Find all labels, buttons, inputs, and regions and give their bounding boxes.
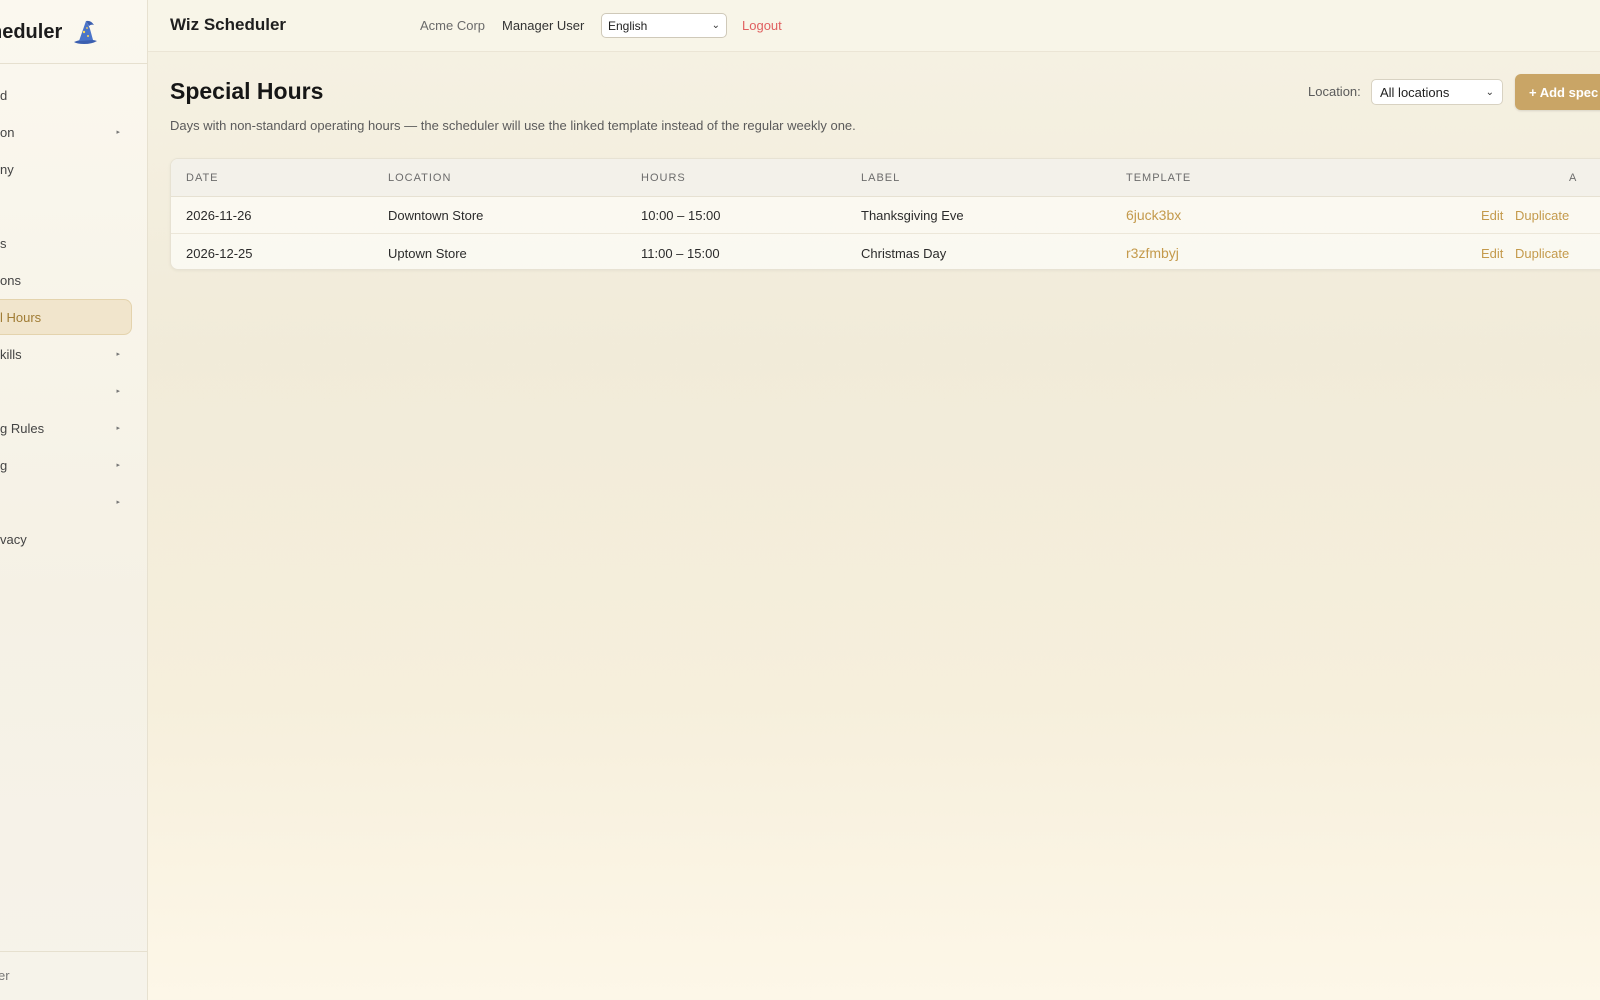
sidebar-footer-divider: [0, 951, 147, 952]
sidebar-nav: d on ▸ ny s ons l Hours kills ▸ ▸ g Rule…: [0, 77, 147, 558]
logout-link[interactable]: Logout: [742, 18, 782, 33]
column-header-template: Template: [1126, 172, 1192, 184]
company-name: Acme Corp: [420, 18, 486, 33]
location-filter-value: All locations: [1380, 84, 1450, 100]
cell-date: 2026-12-25: [186, 246, 253, 261]
duplicate-button[interactable]: Duplicate: [1515, 208, 1569, 223]
sidebar-item-label: on: [0, 124, 15, 140]
location-filter-select[interactable]: All locations ⌄: [1371, 79, 1503, 105]
table-row: 2026-12-25 Uptown Store 11:00 – 15:00 Ch…: [171, 235, 1600, 269]
wizard-hat-icon: [70, 17, 100, 47]
language-select-value: English: [608, 18, 648, 33]
sidebar-item-label: d: [0, 87, 8, 103]
sidebar-item-billing[interactable]: g ▸: [0, 447, 147, 483]
sidebar-item-blank-3[interactable]: ▸: [0, 484, 147, 520]
brand-title: heduler: [0, 20, 63, 43]
user-name: Manager User: [502, 18, 585, 33]
location-filter-label: Location:: [1308, 84, 1361, 99]
cell-label: Christmas Day: [861, 246, 947, 261]
duplicate-button[interactable]: Duplicate: [1515, 246, 1569, 261]
sidebar-item-label: ny: [0, 161, 14, 177]
table-row: 2026-11-26 Downtown Store 10:00 – 15:00 …: [171, 197, 1600, 234]
sidebar-item-special-hours[interactable]: l Hours: [0, 299, 132, 335]
caret-right-icon: ▸: [116, 462, 120, 469]
brand-divider: [0, 63, 147, 64]
sidebar-item-blank-1[interactable]: [0, 188, 147, 224]
special-hours-table: Date Location Hours Label Template A 202…: [170, 158, 1600, 270]
sidebar-item-privacy[interactable]: vacy: [0, 521, 147, 557]
caret-right-icon: ▸: [116, 351, 120, 358]
column-header-hours: Hours: [641, 172, 686, 184]
sidebar-item-skills[interactable]: kills ▸: [0, 336, 147, 372]
cell-location: Downtown Store: [388, 208, 484, 223]
caret-right-icon: ▸: [116, 499, 120, 506]
cell-template-link[interactable]: r3zfmbyj: [1126, 245, 1179, 261]
add-special-hours-button[interactable]: + Add spec: [1515, 74, 1600, 110]
column-header-date: Date: [186, 172, 219, 184]
sidebar-item-users[interactable]: s: [0, 225, 147, 261]
sidebar-item-blank-2[interactable]: ▸: [0, 373, 147, 409]
top-bar: Wiz Scheduler Acme Corp Manager User Eng…: [148, 0, 1600, 52]
edit-button[interactable]: Edit: [1481, 208, 1503, 223]
brand[interactable]: heduler: [0, 14, 100, 50]
cell-date: 2026-11-26: [186, 208, 252, 223]
sidebar-item-locations[interactable]: ons: [0, 262, 147, 298]
sidebar-footer[interactable]: er: [0, 968, 10, 983]
sidebar-item-scheduling-rules[interactable]: g Rules ▸: [0, 410, 147, 446]
column-header-label: Label: [861, 172, 901, 184]
sidebar-item-label: g: [0, 457, 8, 473]
sidebar-item-organization[interactable]: on ▸: [0, 114, 147, 150]
sidebar-item-label: kills: [0, 346, 22, 362]
caret-right-icon: ▸: [116, 129, 120, 136]
app-title: Wiz Scheduler: [170, 15, 287, 34]
cell-hours: 11:00 – 15:00: [641, 246, 720, 261]
column-header-actions: A: [1569, 172, 1578, 184]
column-header-location: Location: [388, 172, 452, 184]
cell-label: Thanksgiving Eve: [861, 208, 964, 223]
sidebar-item-label: l Hours: [0, 309, 42, 325]
table-header: Date Location Hours Label Template A: [171, 159, 1600, 197]
sidebar-item-company[interactable]: ny: [0, 151, 147, 187]
sidebar: heduler d on ▸ ny s: [0, 0, 148, 1000]
sidebar-item-label: s: [0, 235, 7, 251]
caret-right-icon: ▸: [116, 425, 120, 432]
edit-button[interactable]: Edit: [1481, 246, 1503, 261]
cell-location: Uptown Store: [388, 246, 467, 261]
sidebar-item-label: ons: [0, 272, 21, 288]
sidebar-item-label: g Rules: [0, 420, 45, 436]
page-description: Days with non-standard operating hours —…: [170, 118, 856, 133]
chevron-down-icon: ⌄: [1485, 86, 1494, 98]
cell-hours: 10:00 – 15:00: [641, 208, 721, 223]
sidebar-item-label: vacy: [0, 531, 27, 547]
caret-right-icon: ▸: [116, 388, 120, 395]
language-select[interactable]: English ⌄: [601, 13, 727, 38]
main-content: Special Hours Days with non-standard ope…: [148, 52, 1600, 1000]
page-title: Special Hours: [170, 78, 324, 104]
sidebar-item-dashboard[interactable]: d: [0, 77, 147, 113]
cell-template-link[interactable]: 6juck3bx: [1126, 207, 1181, 223]
chevron-down-icon: ⌄: [711, 20, 720, 31]
